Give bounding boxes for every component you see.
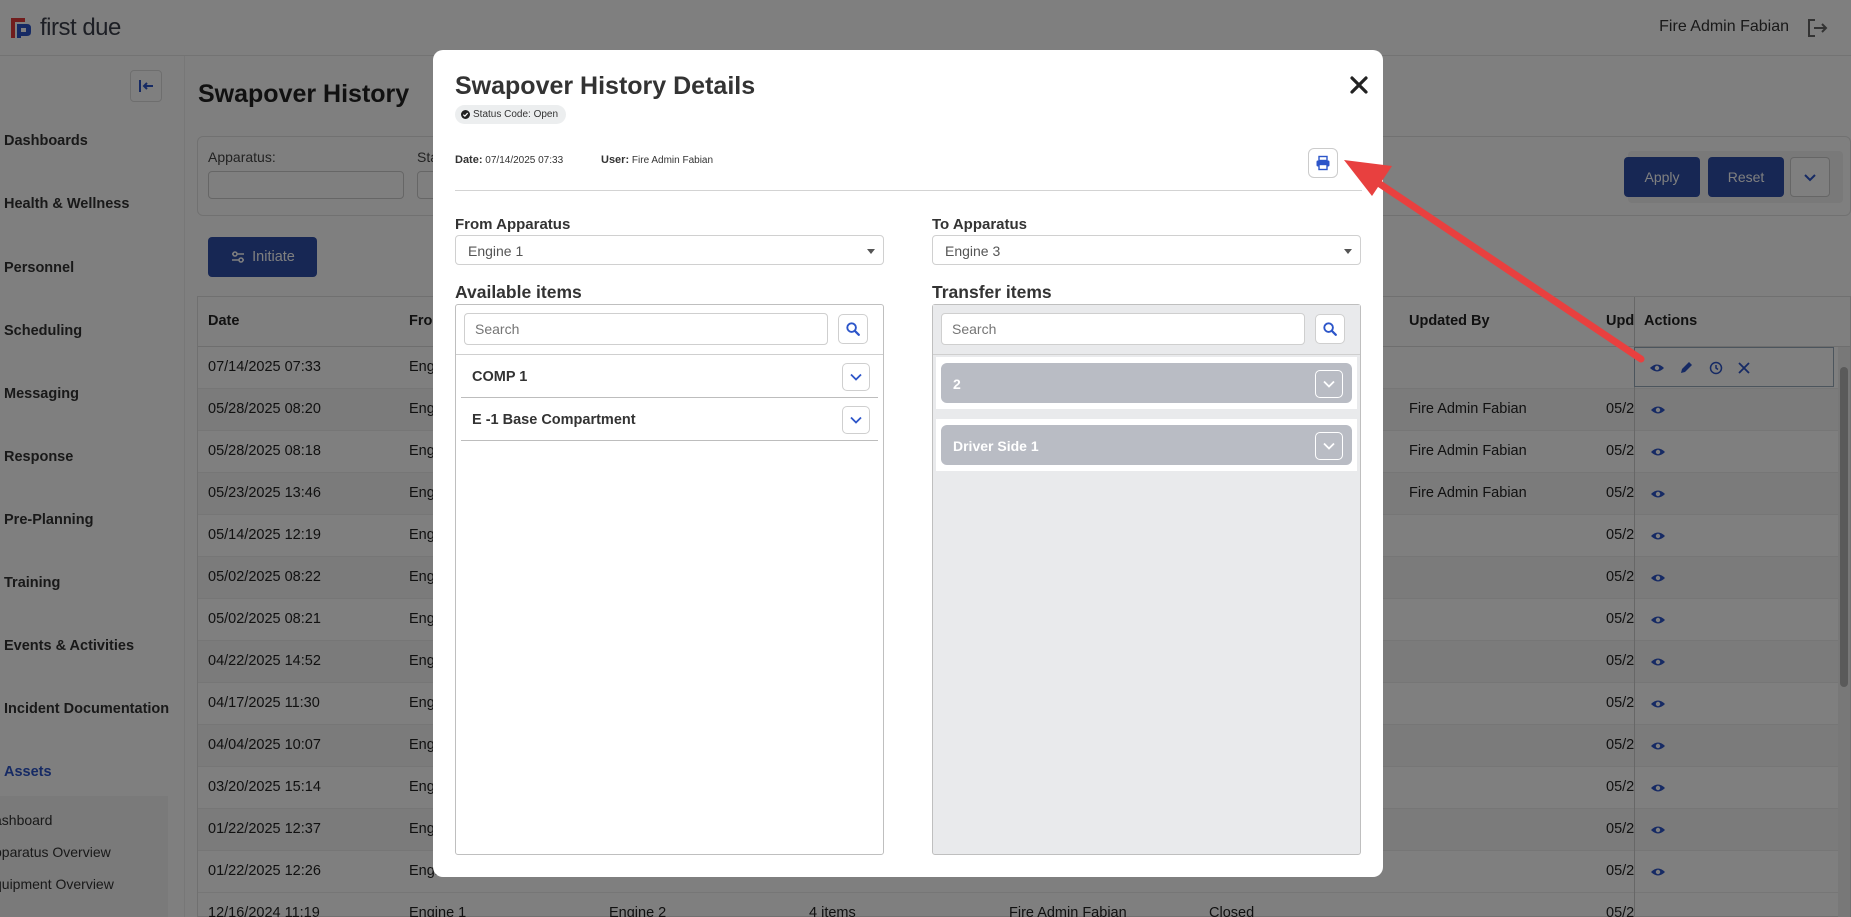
printer-icon [1316,155,1330,171]
user-label: User: [601,154,630,166]
available-items-heading: Available items [455,282,582,302]
transfer-items-panel: 2 Driver Side 1 [932,304,1361,855]
chevron-down-icon [850,416,862,424]
to-apparatus-label: To Apparatus [932,216,1028,233]
swapover-details-modal: Swapover History Details Status Code: Op… [433,50,1383,877]
transfer-item-label: 2 [953,376,961,392]
date-meta: Date: 07/14/2025 07:33 [455,154,563,166]
available-item-label: COMP 1 [472,369,528,385]
to-apparatus-value: Engine 3 [945,243,1001,259]
transfer-search-bar [933,305,1360,355]
dropdown-caret-icon [867,249,875,254]
available-item-row[interactable]: COMP 1 [461,355,878,398]
available-item-row[interactable]: E -1 Base Compartment [461,398,878,441]
transfer-search-input[interactable] [941,313,1305,345]
available-search-bar [456,305,883,355]
chevron-down-icon [1323,442,1335,450]
transfer-item-row[interactable]: 2 [941,363,1352,403]
available-items-panel: COMP 1 E -1 Base Compartment [455,304,884,855]
close-icon[interactable] [1346,72,1372,98]
expand-button[interactable] [1315,432,1343,460]
transfer-item-label: Driver Side 1 [953,438,1039,454]
from-apparatus-label: From Apparatus [455,216,571,233]
to-apparatus-select[interactable]: Engine 3 [932,235,1361,265]
user-meta: User: Fire Admin Fabian [601,154,713,166]
search-icon [846,322,860,336]
transfer-item-row[interactable]: Driver Side 1 [941,425,1352,465]
expand-button[interactable] [842,363,870,391]
transfer-search-button[interactable] [1315,314,1345,344]
available-item-label: E -1 Base Compartment [472,412,636,428]
available-search-input[interactable] [464,313,828,345]
chevron-down-icon [1323,380,1335,388]
status-text: Status Code: Open [473,109,559,120]
user-value: Fire Admin Fabian [631,155,714,166]
modal-title: Swapover History Details [455,72,756,100]
chevron-down-icon [850,373,862,381]
header-divider [455,190,1362,191]
expand-button[interactable] [1315,370,1343,398]
available-search-button[interactable] [838,314,868,344]
search-icon [1323,322,1337,336]
status-badge: Status Code: Open [455,105,567,124]
print-button[interactable] [1308,148,1338,178]
transfer-item-group: Driver Side 1 [936,419,1357,471]
dropdown-caret-icon [1344,249,1352,254]
from-apparatus-value: Engine 1 [468,243,524,259]
transfer-items-heading: Transfer items [932,282,1052,302]
check-circle-icon [461,110,470,119]
date-label: Date: [455,154,483,166]
transfer-item-group: 2 [936,357,1357,409]
date-value: 07/14/2025 07:33 [485,155,564,166]
from-apparatus-select[interactable]: Engine 1 [455,235,884,265]
expand-button[interactable] [842,406,870,434]
